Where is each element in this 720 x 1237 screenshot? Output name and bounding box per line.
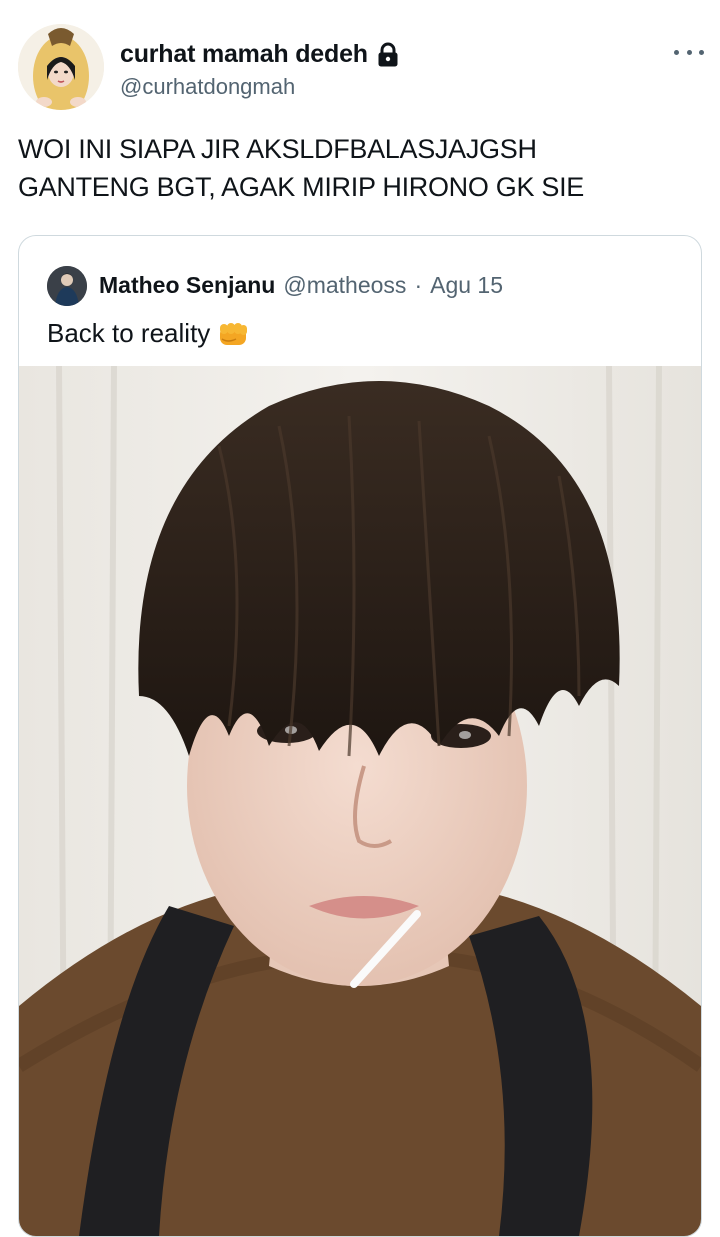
- quoted-text-row: Back to reality: [47, 318, 250, 349]
- author-display-name[interactable]: curhat mamah dedeh: [120, 40, 368, 69]
- quoted-display-name[interactable]: Matheo Senjanu: [99, 272, 275, 299]
- quoted-tweet-card[interactable]: Matheo Senjanu @matheoss · Agu 15 Back t…: [18, 235, 702, 1237]
- quoted-handle[interactable]: @matheoss: [283, 272, 406, 299]
- fist-icon: [216, 319, 250, 349]
- quoted-photo[interactable]: [19, 366, 701, 1236]
- quoted-author-avatar[interactable]: [47, 266, 87, 306]
- author-name-row: curhat mamah dedeh: [120, 40, 400, 69]
- quoted-text: Back to reality: [47, 318, 211, 348]
- author-avatar[interactable]: [18, 24, 104, 110]
- quoted-date[interactable]: Agu 15: [430, 272, 503, 299]
- more-horizontal-icon[interactable]: [674, 42, 704, 62]
- author-handle[interactable]: @curhatdongmah: [120, 74, 295, 100]
- tweet-text: WOI INI SIAPA JIR AKSLDFBALASJAJGSH GANT…: [18, 134, 585, 202]
- quoted-header: Matheo Senjanu @matheoss · Agu 15: [99, 272, 503, 299]
- lock-icon: [376, 42, 400, 68]
- tweet: curhat mamah dedeh @curhatdongmah WOI IN…: [0, 0, 720, 1237]
- dot-separator: ·: [414, 272, 423, 298]
